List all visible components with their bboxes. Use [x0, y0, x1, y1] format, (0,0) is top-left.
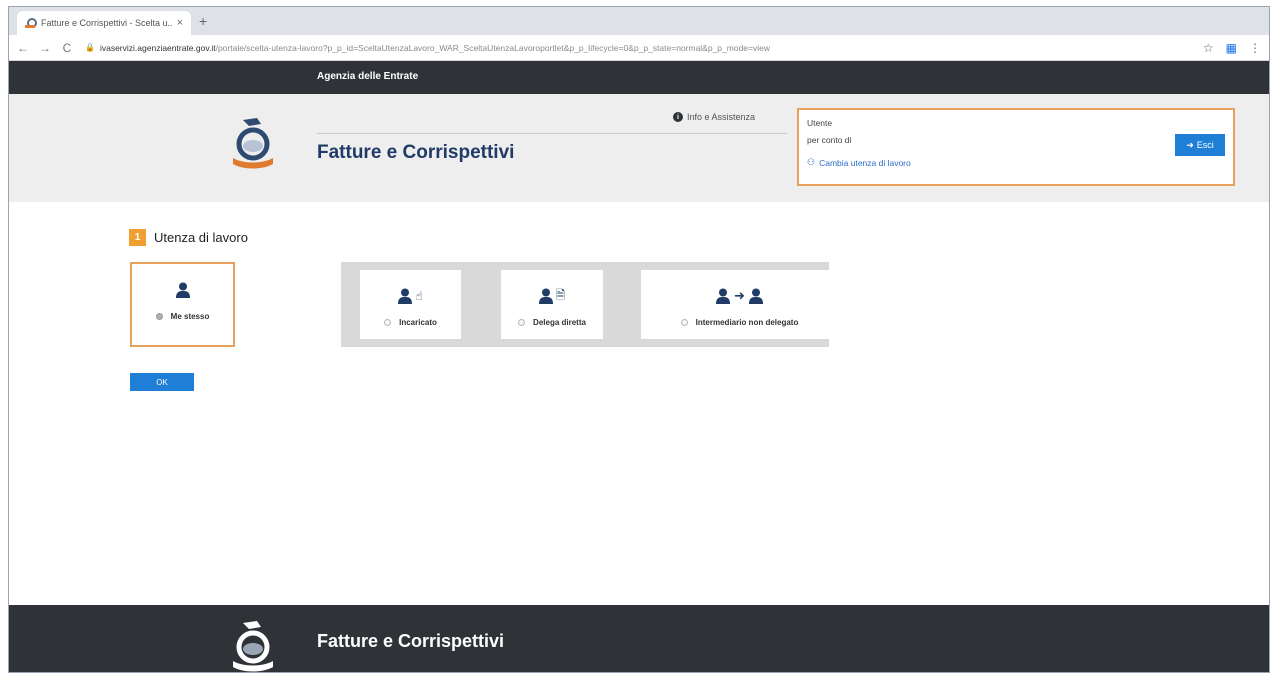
step-title: Utenza di lavoro: [154, 230, 248, 245]
person-icon: [175, 282, 190, 298]
person-icon: [716, 288, 731, 304]
sign-out-icon: ➜: [1186, 139, 1194, 150]
on-behalf-label: per conto di: [807, 135, 852, 145]
exit-label: Esci: [1196, 140, 1214, 150]
radio-incaricato[interactable]: [384, 319, 392, 326]
url-field[interactable]: 🔒 ivaservizi.agenziaentrate.gov.it /port…: [85, 38, 1191, 58]
option-label-delega-diretta: Delega diretta: [533, 318, 586, 327]
change-user-link[interactable]: ⚇ Cambia utenza di lavoro: [807, 157, 911, 168]
step-number-badge: 1: [129, 229, 146, 246]
tab-strip: Fatture e Corrispettivi - Scelta u... × …: [9, 7, 1269, 35]
document-icon: 🗎: [555, 287, 566, 302]
back-button[interactable]: ←: [15, 41, 31, 55]
exit-button[interactable]: ➜ Esci: [1175, 134, 1225, 156]
users-icon: ⚇: [807, 157, 816, 167]
forward-button[interactable]: →: [37, 41, 53, 55]
page-header: Fatture e Corrispettivi i Info e Assiste…: [9, 94, 1269, 202]
person-icon: [748, 288, 763, 304]
top-bar: Agenzia delle Entrate: [9, 61, 1269, 94]
arrow-right-icon: ➜: [734, 288, 745, 303]
app-title: Fatture e Corrispettivi: [317, 142, 515, 163]
info-assistance-link[interactable]: i Info e Assistenza: [673, 112, 755, 122]
new-tab-button[interactable]: +: [199, 13, 207, 29]
delegation-options-panel: ☝ Incaricato 🗎 Delega diretta ➜ Intermed…: [341, 262, 838, 347]
change-user-label: Cambia utenza di lavoro: [819, 157, 911, 168]
person-icon: [538, 288, 553, 304]
option-label-me-stesso: Me stesso: [170, 312, 210, 321]
address-bar: ← → C 🔒 ivaservizi.agenziaentrate.gov.it…: [9, 35, 1269, 61]
extension-icon[interactable]: ▦: [1226, 41, 1237, 55]
agency-logo-icon: [233, 621, 273, 672]
option-card-delega-diretta[interactable]: 🗎 Delega diretta: [501, 270, 603, 339]
option-card-intermediario[interactable]: ➜ Intermediario non delegato: [641, 270, 838, 339]
menu-icon[interactable]: ⋮: [1249, 41, 1261, 55]
user-label: Utente: [807, 118, 833, 128]
info-label: Info e Assistenza: [687, 112, 756, 122]
lock-icon: 🔒: [85, 43, 95, 52]
option-card-incaricato[interactable]: ☝ Incaricato: [360, 270, 461, 339]
bookmark-star-icon[interactable]: ☆: [1203, 41, 1214, 55]
option-label-intermediario: Intermediario non delegato: [695, 318, 799, 327]
hand-pointer-icon: ☝: [415, 289, 423, 303]
header-divider: [317, 133, 787, 134]
tab-title: Fatture e Corrispettivi - Scelta u...: [41, 18, 173, 28]
footer-title: Fatture e Corrispettivi: [317, 631, 505, 651]
option-label-incaricato: Incaricato: [399, 318, 437, 327]
radio-delega-diretta[interactable]: [518, 319, 526, 326]
user-box: Utente per conto di ⚇ Cambia utenza di l…: [797, 108, 1235, 186]
option-card-me-stesso[interactable]: Me stesso: [130, 262, 235, 347]
browser-window: Fatture e Corrispettivi - Scelta u... × …: [8, 6, 1270, 673]
ok-button[interactable]: OK: [130, 373, 194, 391]
agency-title[interactable]: Agenzia delle Entrate: [317, 71, 418, 82]
favicon-icon: [25, 18, 37, 28]
radio-intermediario[interactable]: [680, 319, 688, 326]
person-icon: [398, 288, 413, 304]
info-icon: i: [673, 112, 683, 122]
step-heading: 1 Utenza di lavoro: [129, 229, 248, 246]
page-footer: Fatture e Corrispettivi: [9, 605, 1269, 672]
browser-tab[interactable]: Fatture e Corrispettivi - Scelta u... ×: [17, 11, 191, 35]
reload-button[interactable]: C: [59, 41, 75, 55]
url-path: /portale/scelta-utenza-lavoro?p_p_id=Sce…: [215, 42, 770, 53]
url-host: ivaservizi.agenziaentrate.gov.it: [99, 42, 216, 53]
agency-logo-icon: [233, 118, 273, 169]
radio-me-stesso[interactable]: [155, 313, 163, 320]
tab-close-icon[interactable]: ×: [177, 17, 183, 29]
